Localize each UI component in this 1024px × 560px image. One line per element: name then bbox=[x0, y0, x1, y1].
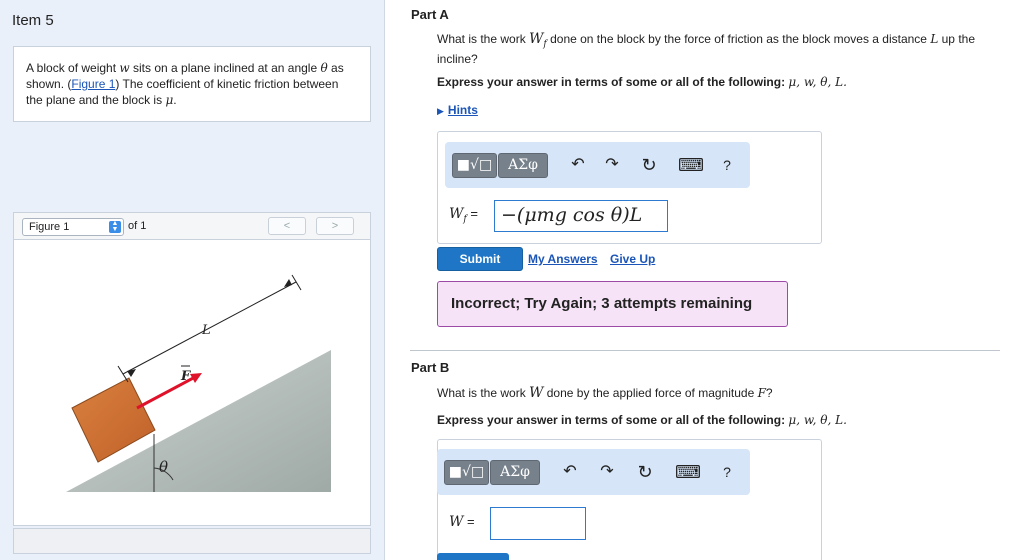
label-theta: θ bbox=[159, 458, 168, 476]
part-b-instructions: Express your answer in terms of some or … bbox=[437, 413, 847, 427]
redo-icon[interactable]: ↷ bbox=[602, 155, 622, 175]
part-b-question: What is the work W done by the applied f… bbox=[437, 385, 773, 401]
greek-symbols-button[interactable]: ΑΣφ bbox=[498, 153, 548, 178]
problem-panel: Item 5 A block of weight w sits on a pla… bbox=[0, 0, 385, 560]
triangle-right-icon: ▶ bbox=[437, 106, 444, 116]
keyboard-icon[interactable]: ⌨ bbox=[678, 155, 704, 175]
questions-panel: Part A What is the work Wf done on the b… bbox=[386, 0, 1024, 560]
my-answers-link[interactable]: My Answers bbox=[528, 252, 598, 266]
templates-button-b[interactable]: ■√□ bbox=[444, 460, 489, 485]
part-a-answer-label: Wf = bbox=[449, 206, 478, 225]
prev-figure-button[interactable]: < bbox=[268, 217, 306, 235]
part-divider bbox=[410, 350, 1000, 351]
next-figure-button[interactable]: > bbox=[316, 217, 354, 235]
part-b-answer-label: W = bbox=[449, 514, 475, 530]
part-b-submit-button-partial[interactable] bbox=[437, 553, 509, 560]
feedback-message: Incorrect; Try Again; 3 attempts remaini… bbox=[437, 281, 788, 327]
part-b-math-toolbar: ■√□ ΑΣφ ↶ ↷ ↻ ⌨ ? bbox=[437, 449, 750, 495]
figure-count: of 1 bbox=[128, 220, 147, 232]
help-icon[interactable]: ? bbox=[717, 155, 737, 175]
part-a-math-toolbar: ■√□ ΑΣφ ↶ ↷ ↻ ⌨ ? bbox=[445, 142, 750, 188]
hints-toggle[interactable]: ▶ Hints bbox=[437, 103, 478, 117]
item-title: Item 5 bbox=[12, 12, 54, 29]
reset-icon[interactable]: ↻ bbox=[635, 462, 655, 482]
label-F: F bbox=[180, 369, 191, 384]
block bbox=[71, 377, 156, 463]
incline-diagram: L F θ bbox=[66, 274, 331, 492]
give-up-link[interactable]: Give Up bbox=[610, 252, 655, 266]
undo-icon[interactable]: ↶ bbox=[560, 462, 580, 482]
part-a-instructions: Express your answer in terms of some or … bbox=[437, 75, 847, 89]
part-a-title: Part A bbox=[411, 7, 449, 22]
figure-footer bbox=[13, 528, 371, 554]
greek-symbols-button-b[interactable]: ΑΣφ bbox=[490, 460, 540, 485]
keyboard-icon[interactable]: ⌨ bbox=[675, 462, 701, 482]
label-L: L bbox=[201, 323, 211, 338]
part-b-title: Part B bbox=[411, 360, 450, 375]
undo-icon[interactable]: ↶ bbox=[568, 155, 588, 175]
figure-area: L F θ bbox=[13, 240, 371, 526]
figure-link[interactable]: Figure 1 bbox=[71, 77, 115, 91]
part-b-answer-input[interactable] bbox=[490, 507, 586, 540]
figure-toolbar: Figure 1 ▲ ▼ of 1 < > bbox=[13, 212, 371, 240]
figure-select[interactable]: Figure 1 ▲ ▼ bbox=[22, 218, 124, 236]
select-arrows-icon: ▲ ▼ bbox=[109, 220, 121, 233]
part-a-question: What is the work Wf done on the block by… bbox=[437, 31, 975, 67]
help-icon[interactable]: ? bbox=[717, 462, 737, 482]
submit-button[interactable]: Submit bbox=[437, 247, 523, 271]
part-a-answer-input[interactable]: −(μmg cos θ)L bbox=[494, 200, 668, 232]
templates-button[interactable]: ■√□ bbox=[452, 153, 497, 178]
reset-icon[interactable]: ↻ bbox=[639, 155, 659, 175]
problem-statement: A block of weight w sits on a plane incl… bbox=[13, 46, 371, 122]
redo-icon[interactable]: ↷ bbox=[597, 462, 617, 482]
